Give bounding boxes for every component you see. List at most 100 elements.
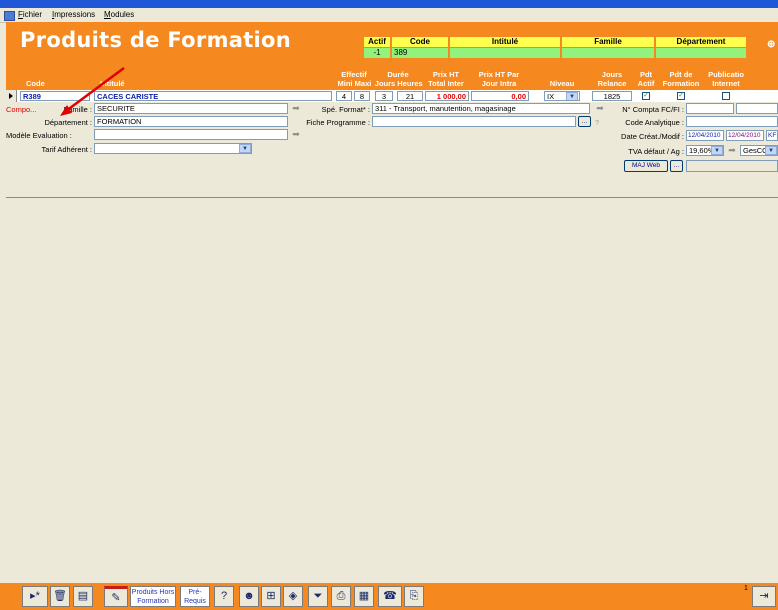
filter-departement-input[interactable] <box>656 48 746 58</box>
prix-total-field[interactable]: 1 000,00 <box>425 91 469 101</box>
menu-impressions[interactable]: Impressions <box>52 10 95 19</box>
produits-hors-label-2: Formation <box>137 598 169 605</box>
col-header-prix-jour-1: Prix HT Par <box>478 70 520 79</box>
form-body: Produits de Formation Actif Code Intitul… <box>6 22 778 582</box>
prerequis-button[interactable]: Pré- Requis <box>180 586 210 607</box>
help-book-icon[interactable]: ? <box>214 586 234 607</box>
menu-fichier[interactable]: Fichier <box>18 10 42 19</box>
tva-arrow-icon[interactable]: ➡ <box>726 145 738 156</box>
heures-field[interactable]: 21 <box>397 91 423 101</box>
date-creation-field[interactable]: 12/04/2010 <box>686 130 724 141</box>
jours-field[interactable]: 3 <box>375 91 393 101</box>
col-header-publication-1: Publicatio <box>708 70 744 79</box>
pdt-formation-checkbox[interactable]: ✓ <box>677 92 685 100</box>
chevron-down-icon[interactable]: ▼ <box>711 146 723 155</box>
window-title-bar <box>0 0 778 8</box>
col-header-heures: Heures <box>397 79 423 88</box>
n-compta-fc-field[interactable] <box>686 103 734 114</box>
niveau-value: IX <box>547 92 555 101</box>
record-count: 1 <box>744 585 748 592</box>
col-header-prix-total-2: Total Inter <box>428 79 464 88</box>
menu-bar: Fichier Impressions Modules <box>0 8 778 23</box>
calendar-icon[interactable]: ▦ <box>354 586 374 607</box>
filter-code-input[interactable]: 389 <box>392 48 448 58</box>
pdt-actif-checkbox[interactable]: ✓ <box>642 92 650 100</box>
hierarchy-icon[interactable]: ⊞ <box>261 586 281 607</box>
red-arrow-annotation <box>60 66 125 116</box>
filter-icon[interactable]: ⏷ <box>308 586 328 607</box>
col-header-pdt-formation-2: Formation <box>662 79 700 88</box>
new-record-button[interactable]: ▸* <box>22 586 48 607</box>
spe-format-arrow-icon[interactable]: ➡ <box>594 103 606 114</box>
maj-web-button[interactable]: MAJ Web <box>624 160 668 172</box>
spe-format-label: Spé. Format* : <box>321 105 370 114</box>
col-header-prix-total-1: Prix HT <box>432 70 460 79</box>
app-menu-icon[interactable] <box>4 11 15 21</box>
chevron-down-icon[interactable]: ▼ <box>239 144 251 153</box>
col-header-maxi: Maxi <box>354 79 372 88</box>
filter-header-code: Code <box>392 37 448 47</box>
modified-by-field[interactable]: KF <box>766 130 778 141</box>
ag-select[interactable]: GesCO ▼ <box>740 145 778 156</box>
divider <box>6 197 778 198</box>
help-icon[interactable]: ? <box>595 118 599 127</box>
produits-hors-label-1: Produits Hors <box>131 589 175 596</box>
spe-format-field[interactable]: 311 - Transport, manutention, magasinage <box>372 103 590 114</box>
tva-label: TVA défaut / Ag : <box>628 147 684 156</box>
people-icon[interactable]: ☻ <box>239 586 259 607</box>
col-header-pdt-formation-1: Pdt de <box>669 70 693 79</box>
fiche-programme-label: Fiche Programme : <box>306 118 370 127</box>
trash-icon[interactable]: 🗑 <box>50 586 70 607</box>
printer-icon[interactable]: ⎙ <box>331 586 351 607</box>
col-header-prix-jour-2: Jour Intra <box>481 79 517 88</box>
date-creat-modif-label: Date Créat./Modif : <box>621 132 684 141</box>
publication-checkbox[interactable] <box>722 92 730 100</box>
mini-field[interactable]: 4 <box>336 91 352 101</box>
col-header-pdt-actif-2: Actif <box>637 79 655 88</box>
list-icon[interactable]: ▤ <box>73 586 93 607</box>
jours-relance-field[interactable]: 1825 <box>592 91 632 101</box>
n-compta-label: N° Compta FC/FI : <box>622 105 684 114</box>
col-header-jours-relance-1: Jours <box>601 70 623 79</box>
col-header-pdt-actif-1: Pdt <box>639 70 653 79</box>
product-formation-icon[interactable]: ✎ <box>104 586 128 607</box>
col-header-jours-relance-2: Relance <box>597 79 627 88</box>
fiche-programme-field[interactable] <box>372 116 576 127</box>
date-modification-field[interactable]: 12/04/2010 <box>726 130 764 141</box>
tva-select[interactable]: 19,60% ▼ <box>686 145 724 156</box>
stamp-icon[interactable]: ◈ <box>283 586 303 607</box>
modele-arrow-icon[interactable]: ➡ <box>290 129 302 140</box>
maj-web-more-button[interactable]: ... <box>670 160 683 172</box>
phone-icon[interactable]: ☎ <box>378 586 402 607</box>
fiche-browse-button[interactable]: ... <box>578 116 591 127</box>
filter-header-departement: Département <box>656 37 746 47</box>
fax-icon[interactable]: ⎘ <box>404 586 424 607</box>
bottom-toolbar: ▸* 🗑 ▤ ✎ Produits Hors Formation Pré- Re… <box>0 583 778 610</box>
filter-header-actif: Actif <box>364 37 390 47</box>
filter-header-intitule: Intitulé <box>450 37 560 47</box>
filter-intitule-input[interactable] <box>450 48 560 58</box>
niveau-select[interactable]: IX ▼ <box>544 91 580 101</box>
n-compta-fi-field[interactable] <box>736 103 778 114</box>
maxi-field[interactable]: 8 <box>354 91 370 101</box>
filter-actif-input[interactable]: -1 <box>364 48 390 58</box>
menu-modules[interactable]: Modules <box>104 10 134 19</box>
modele-evaluation-label: Modèle Evaluation : <box>6 131 72 140</box>
maj-web-status-field <box>686 160 778 172</box>
col-header-publication-2: Internet <box>712 79 740 88</box>
prerequis-label-1: Pré- <box>188 589 202 596</box>
produits-hors-formation-button[interactable]: Produits Hors Formation <box>130 586 176 607</box>
code-analytique-field[interactable] <box>686 116 778 127</box>
chevron-down-icon[interactable]: ▼ <box>566 92 578 100</box>
col-header-niveau: Niveau <box>549 79 575 88</box>
tarif-adherent-select[interactable]: ▼ <box>94 143 252 154</box>
filter-famille-input[interactable] <box>562 48 654 58</box>
globe-icon[interactable]: ⊕ <box>767 39 775 50</box>
famille-arrow-icon[interactable]: ➡ <box>290 103 302 114</box>
col-header-jours: Jours <box>374 79 396 88</box>
filter-header-famille: Famille <box>562 37 654 47</box>
exit-door-icon[interactable]: ⇥ <box>752 586 776 607</box>
chevron-down-icon[interactable]: ▼ <box>765 146 777 155</box>
prix-jour-field[interactable]: 0,00 <box>471 91 529 101</box>
prerequis-label-2: Requis <box>184 598 206 605</box>
